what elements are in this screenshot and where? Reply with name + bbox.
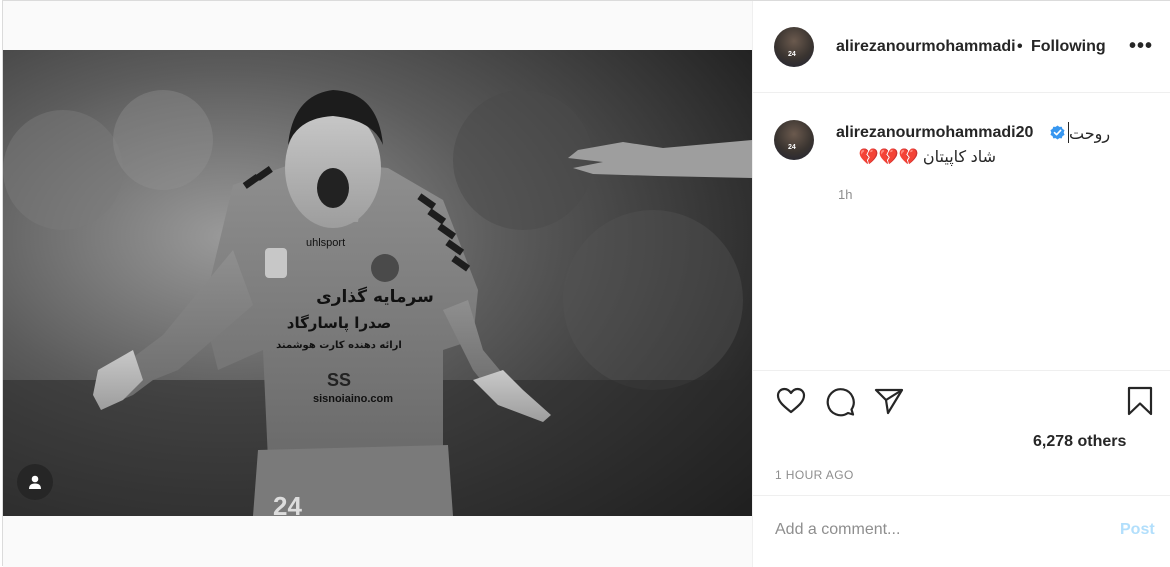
following-button[interactable]: Following <box>1031 38 1106 56</box>
comment-input[interactable] <box>775 518 1095 542</box>
more-options-icon[interactable]: ••• <box>1129 36 1153 56</box>
avatar-jersey-number: 24 <box>788 51 796 58</box>
comment-form: Post <box>753 496 1170 567</box>
action-bar: 6,278 others 1 HOUR AGO <box>753 371 1170 496</box>
avatar-jersey-number: 24 <box>788 144 796 151</box>
post-timestamp[interactable]: 1 HOUR AGO <box>775 468 854 482</box>
comment-icon[interactable] <box>824 385 856 417</box>
shorts-number: 24 <box>273 491 302 516</box>
caption-text-line-1: روحت <box>1069 126 1111 143</box>
post-sidebar: 24 alirezanourmohammadi20 • Following ••… <box>752 1 1170 567</box>
jersey-sponsor-2: صدرا پاسارگاد <box>287 314 392 333</box>
post-header: 24 alirezanourmohammadi20 • Following ••… <box>753 1 1170 93</box>
post-dialog: uhlsport سرمایه گذاری صدرا پاسارگاد ارائ… <box>2 0 1170 567</box>
caption-section: 24 alirezanourmohammadi20 روحت شاد کاپیت… <box>753 93 1170 371</box>
caption-avatar[interactable]: 24 <box>774 120 814 160</box>
jersey-brand: uhlsport <box>306 237 345 249</box>
verified-badge-icon <box>1050 125 1065 140</box>
photo-illustration: uhlsport سرمایه گذاری صدرا پاسارگاد ارائ… <box>3 50 752 516</box>
bookmark-icon[interactable] <box>1124 385 1156 417</box>
paper-plane-icon[interactable] <box>873 385 905 417</box>
likes-count[interactable]: 6,278 others <box>1033 433 1126 451</box>
heart-icon[interactable] <box>775 385 807 417</box>
header-separator: • <box>1017 38 1023 55</box>
jersey-website: sisnoiaino.com <box>313 393 393 405</box>
post-photo[interactable]: uhlsport سرمایه گذاری صدرا پاسارگاد ارائ… <box>3 50 752 516</box>
caption-text-line-2: شاد کاپیتان 💔💔💔 <box>858 149 996 166</box>
header-username[interactable]: alirezanourmohammadi20 <box>836 38 1016 56</box>
jersey-sponsor-logo: SS <box>327 370 351 390</box>
post-comment-button[interactable]: Post <box>1120 521 1155 539</box>
avatar[interactable]: 24 <box>774 27 814 67</box>
caption-time[interactable]: 1h <box>838 187 852 202</box>
jersey-sponsor-3: ارائه دهنده کارت هوشمند <box>276 340 402 351</box>
caption-username[interactable]: alirezanourmohammadi20 <box>836 124 1033 142</box>
media-column: uhlsport سرمایه گذاری صدرا پاسارگاد ارائ… <box>3 1 752 567</box>
jersey-sponsor-1: سرمایه گذاری <box>316 286 434 307</box>
user-tag-icon <box>29 475 41 489</box>
tagged-users-button[interactable] <box>17 464 53 500</box>
